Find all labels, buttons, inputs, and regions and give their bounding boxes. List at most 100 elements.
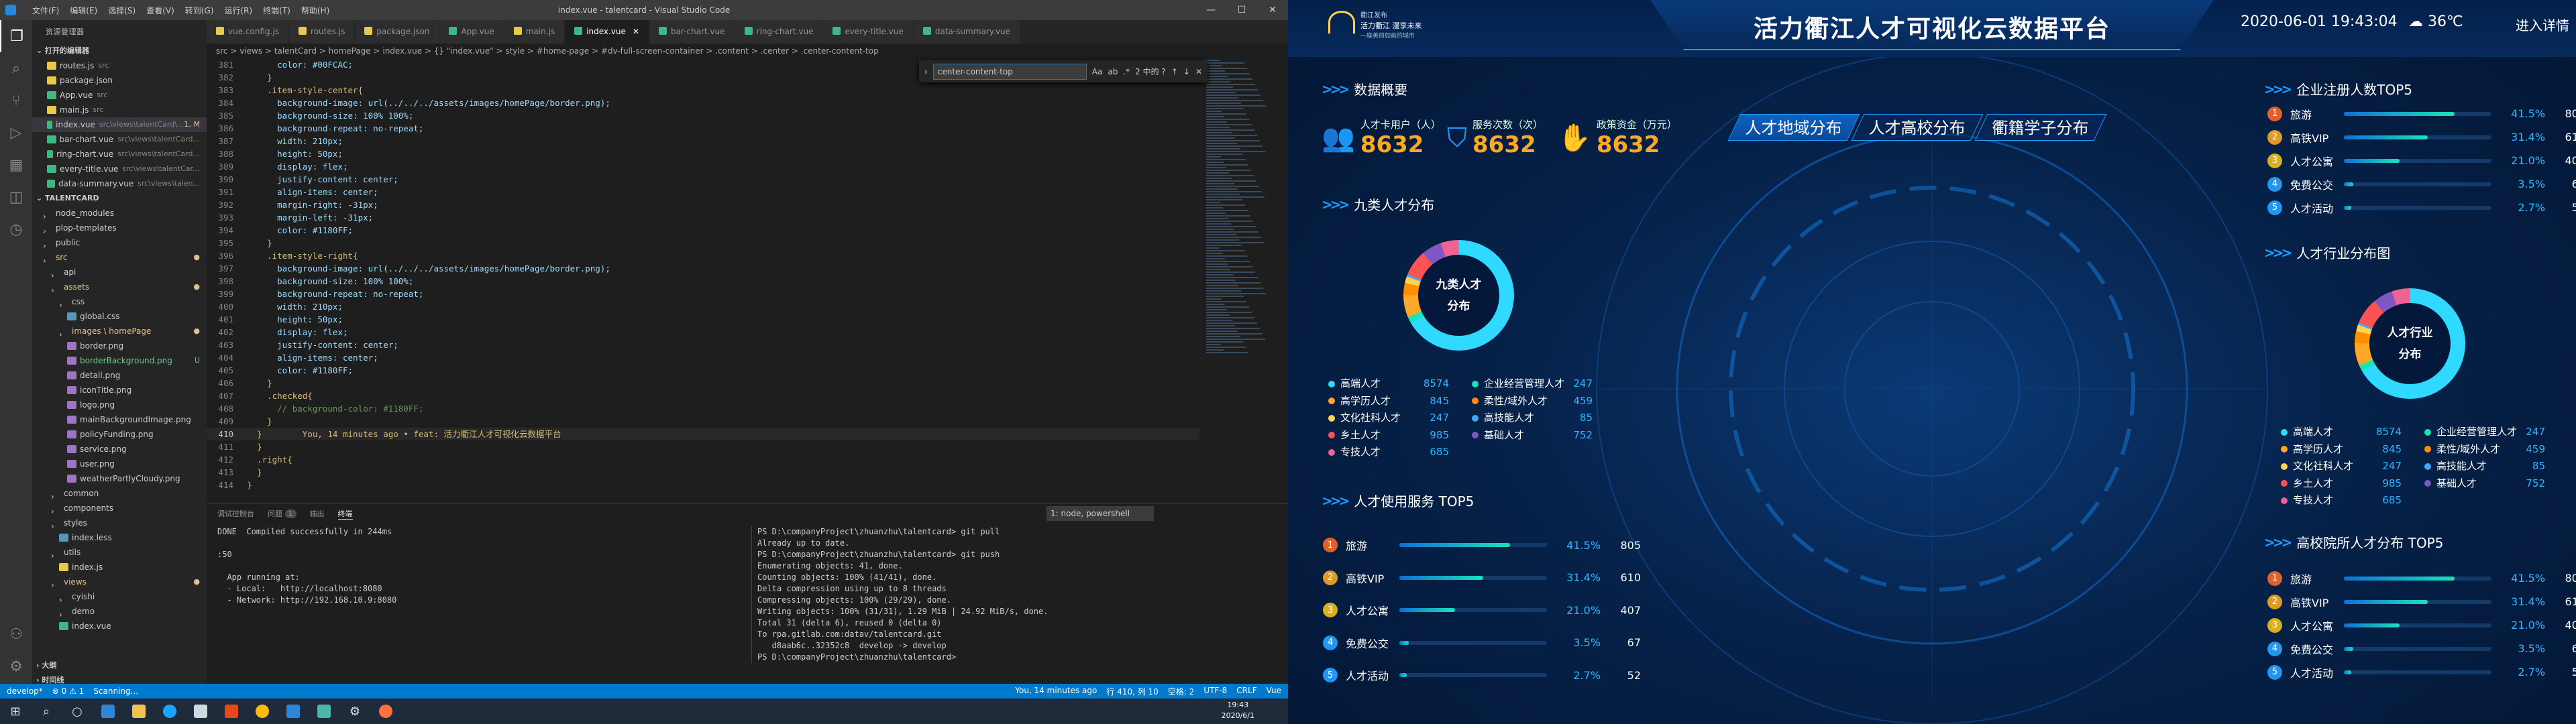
editor-tab[interactable]: main.js: [504, 20, 566, 44]
find-toggle-icon[interactable]: ›: [924, 67, 928, 76]
regex-icon[interactable]: .*: [1123, 67, 1130, 76]
explorer-icon[interactable]: ❐: [0, 20, 32, 52]
tree-item[interactable]: global.css: [32, 309, 207, 324]
tree-item[interactable]: user.png: [32, 457, 207, 471]
minimize-icon[interactable]: —: [1195, 0, 1226, 20]
edge-icon[interactable]: [93, 699, 123, 724]
tree-item[interactable]: weatherPartlyCloudy.png: [32, 471, 207, 486]
tree-item[interactable]: › styles: [32, 516, 207, 530]
tab-native[interactable]: 衢籍学子分布: [1974, 114, 2107, 141]
tree-item[interactable]: › demo: [32, 604, 207, 619]
open-editor-item[interactable]: every-title.vue src\views\talentCar...: [32, 162, 207, 176]
tab-terminal[interactable]: 终端: [337, 508, 353, 520]
tree-item[interactable]: iconTitle.png: [32, 383, 207, 398]
tree-item[interactable]: borderBackground.png U: [32, 353, 207, 368]
close-find-icon[interactable]: ✕: [1195, 67, 1202, 76]
app-icon[interactable]: [185, 699, 216, 724]
open-editor-item[interactable]: data-summary.vue src\views\talen...: [32, 176, 207, 191]
tree-item[interactable]: service.png: [32, 442, 207, 457]
open-editor-item[interactable]: App.vue src: [32, 88, 207, 103]
terminal-select[interactable]: 1: node, powershell: [1046, 506, 1154, 521]
terminal-left[interactable]: DONE Compiled successfully in 244ms :50 …: [217, 526, 687, 606]
tree-item[interactable]: › images \ homePage ●: [32, 324, 207, 339]
tab-close-icon[interactable]: ✕: [633, 27, 639, 36]
tree-item[interactable]: › css: [32, 294, 207, 309]
taskbar-clock[interactable]: 19:43 2020/6/1: [1222, 700, 1254, 721]
chrome-icon[interactable]: [247, 699, 278, 724]
code-editor[interactable]: 381 color: #00FCAC; 382 } 383 .item-style-…: [207, 58, 1199, 503]
extensions-icon[interactable]: ▦: [0, 149, 32, 181]
status-right-item[interactable]: UTF-8: [1203, 686, 1227, 697]
editor-tab[interactable]: vue.config.js: [207, 20, 290, 44]
tree-item[interactable]: policyFunding.png: [32, 427, 207, 442]
tree-item[interactable]: border.png: [32, 339, 207, 353]
tree-item[interactable]: › node_modules: [32, 206, 207, 221]
nine-talent-donut[interactable]: 九类人才 分布: [1403, 240, 1514, 351]
firefox-icon[interactable]: [370, 699, 401, 724]
whole-word-icon[interactable]: ab: [1108, 67, 1118, 76]
menu-item[interactable]: 编辑(E): [64, 5, 103, 16]
status-left-item[interactable]: ⊗ 0 ⚠ 1: [52, 686, 85, 696]
menu-item[interactable]: 转到(G): [180, 5, 219, 16]
tree-item[interactable]: › common: [32, 486, 207, 501]
menu-item[interactable]: 运行(R): [219, 5, 258, 16]
tree-item[interactable]: › src ●: [32, 250, 207, 265]
file-explorer-icon[interactable]: [123, 699, 154, 724]
tree-item[interactable]: › components: [32, 501, 207, 516]
tab-region[interactable]: 人才地域分布: [1727, 114, 1860, 141]
status-right-item[interactable]: 空格: 2: [1168, 686, 1195, 697]
remote-icon[interactable]: ◫: [0, 181, 32, 213]
debug-icon[interactable]: ▷: [0, 117, 32, 149]
match-case-icon[interactable]: Aa: [1092, 67, 1103, 76]
tree-item[interactable]: › cyishi: [32, 589, 207, 604]
enter-details-button[interactable]: 进入详情: [2516, 15, 2569, 34]
tree-item[interactable]: › views ●: [32, 575, 207, 589]
tab-debug-console[interactable]: 调试控制台: [217, 508, 254, 519]
editor-tab[interactable]: bar-chart.vue: [649, 20, 735, 44]
search-icon[interactable]: ⌕: [0, 52, 32, 84]
tree-item[interactable]: › assets ●: [32, 280, 207, 294]
project-header[interactable]: ⌄ TALENTCARD: [32, 191, 207, 206]
open-editor-item[interactable]: index.vue src\views\talentCard\... 1, M: [32, 117, 207, 132]
menu-item[interactable]: 终端(T): [258, 5, 296, 16]
status-left-item[interactable]: Scanning...: [93, 686, 138, 696]
close-icon[interactable]: ✕: [1257, 0, 1288, 20]
open-editor-item[interactable]: package.json: [32, 73, 207, 88]
editor-tab[interactable]: index.vue ✕: [565, 20, 649, 44]
cortana-icon[interactable]: ○: [62, 699, 93, 724]
tree-item[interactable]: › plop-templates: [32, 221, 207, 235]
tab-college[interactable]: 人才高校分布: [1851, 114, 1984, 141]
git-history-icon[interactable]: ◷: [0, 213, 32, 245]
app2-icon[interactable]: [309, 699, 339, 724]
menu-item[interactable]: 文件(F): [27, 5, 64, 16]
tree-item[interactable]: index.less: [32, 530, 207, 545]
tree-item[interactable]: mainBackgroundImage.png: [32, 412, 207, 427]
tree-item[interactable]: detail.png: [32, 368, 207, 383]
open-editor-item[interactable]: bar-chart.vue src\views\talentCard...: [32, 132, 207, 147]
tab-problems[interactable]: 问题 1: [268, 508, 297, 519]
open-editor-item[interactable]: routes.js src: [32, 58, 207, 73]
start-icon[interactable]: ⊞: [0, 699, 31, 724]
open-editor-item[interactable]: main.js src: [32, 103, 207, 117]
outline-header[interactable]: › 大纲: [32, 658, 207, 673]
menu-item[interactable]: 帮助(H): [296, 5, 335, 16]
find-input[interactable]: center-content-top: [932, 63, 1087, 80]
status-right-item[interactable]: You, 14 minutes ago: [1015, 686, 1097, 697]
status-right-item[interactable]: CRLF: [1236, 686, 1256, 697]
editor-tab[interactable]: data-summary.vue: [913, 20, 1021, 44]
status-left-item[interactable]: develop*: [7, 686, 43, 696]
industry-donut[interactable]: 人才行业 分布: [2355, 288, 2465, 399]
tree-item[interactable]: index.js: [32, 560, 207, 575]
editor-tab[interactable]: package.json: [355, 20, 440, 44]
editor-tab[interactable]: ring-chart.vue: [735, 20, 824, 44]
menu-item[interactable]: 选择(S): [103, 5, 141, 16]
menu-item[interactable]: 查看(V): [141, 5, 180, 16]
minimap[interactable]: [1201, 58, 1288, 503]
terminal-right[interactable]: PS D:\companyProject\zhuanzhu\talentcard…: [751, 526, 1281, 663]
breadcrumb[interactable]: src > views > talentCard > homePage > in…: [207, 44, 1288, 58]
office-icon[interactable]: [216, 699, 247, 724]
tree-item[interactable]: logo.png: [32, 398, 207, 412]
tree-item[interactable]: › utils: [32, 545, 207, 560]
qq-icon[interactable]: [154, 699, 185, 724]
editor-tab[interactable]: App.vue: [439, 20, 504, 44]
